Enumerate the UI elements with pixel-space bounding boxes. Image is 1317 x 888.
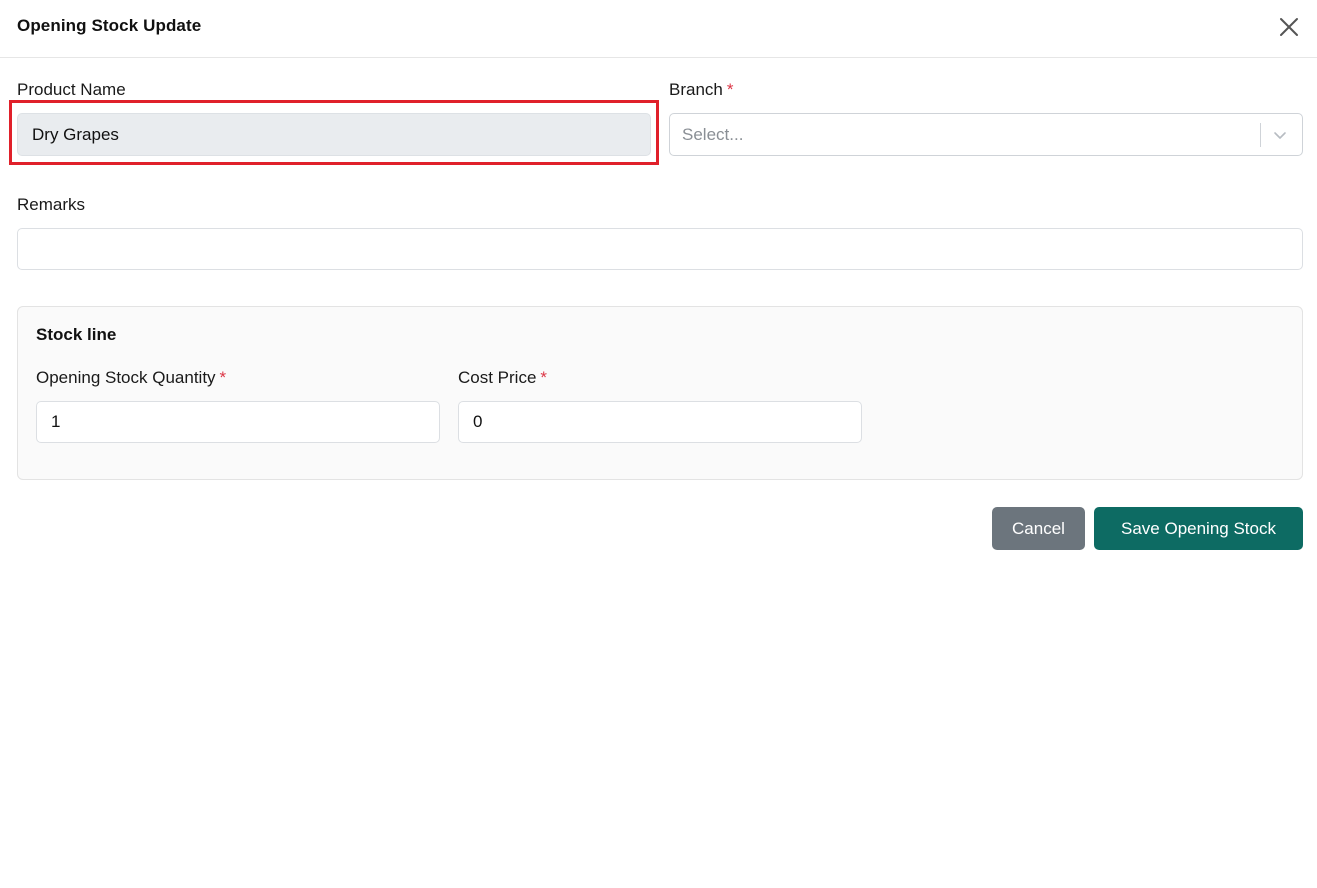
cost-price-label-text: Cost Price (458, 368, 537, 387)
branch-label: Branch * (669, 80, 734, 100)
cancel-button[interactable]: Cancel (992, 507, 1085, 550)
remarks-label: Remarks (17, 195, 85, 215)
opening-stock-quantity-input[interactable]: 1 (36, 401, 440, 443)
opening-stock-quantity-label-text: Opening Stock Quantity (36, 368, 216, 387)
highlight-annotation-box (9, 100, 659, 165)
stock-line-panel (17, 306, 1303, 480)
product-name-label-text: Product Name (17, 80, 126, 99)
branch-label-text: Branch (669, 80, 723, 99)
cost-price-label: Cost Price * (458, 368, 547, 388)
required-asterisk: * (726, 80, 734, 99)
modal-header: Opening Stock Update (0, 0, 1317, 58)
cost-price-value: 0 (473, 412, 483, 431)
cost-price-input[interactable]: 0 (458, 401, 862, 443)
branch-select[interactable]: Select... (669, 113, 1303, 156)
required-asterisk: * (540, 368, 548, 387)
remarks-input[interactable] (17, 228, 1303, 270)
required-asterisk: * (219, 368, 227, 387)
chevron-down-icon[interactable] (1273, 128, 1287, 142)
branch-select-placeholder: Select... (682, 125, 744, 144)
save-opening-stock-button[interactable]: Save Opening Stock (1094, 507, 1303, 550)
stock-line-title: Stock line (36, 325, 117, 344)
remarks-label-text: Remarks (17, 195, 86, 214)
opening-stock-quantity-value: 1 (51, 412, 61, 431)
opening-stock-quantity-label: Opening Stock Quantity * (36, 368, 226, 388)
select-separator (1260, 123, 1261, 147)
product-name-label: Product Name (17, 80, 126, 100)
close-icon[interactable] (1278, 16, 1300, 38)
modal-title: Opening Stock Update (17, 16, 202, 35)
opening-stock-modal: Opening Stock Update Product Name Dry Gr… (0, 0, 1317, 888)
